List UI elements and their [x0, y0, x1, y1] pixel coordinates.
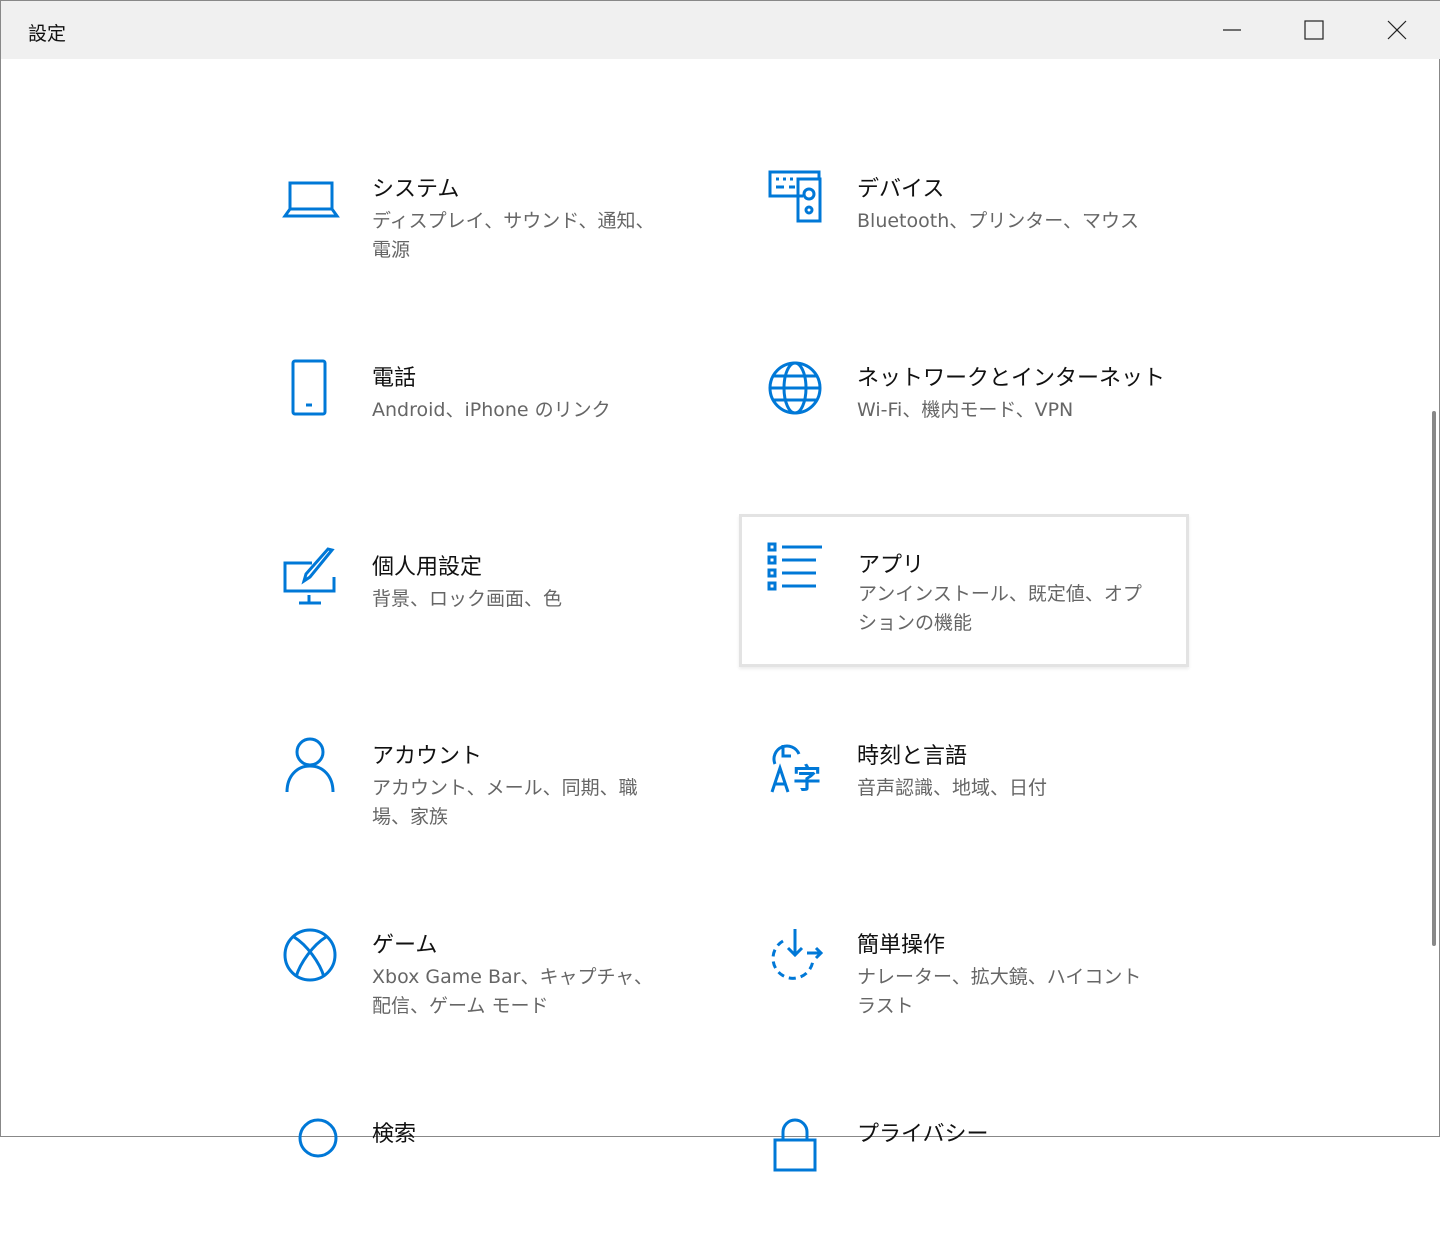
settings-privacy[interactable]: プライバシー [741, 1106, 1191, 1258]
item-name: アカウント [372, 744, 483, 769]
item-name: ネットワークとインターネット [857, 366, 1166, 391]
personalization-icon [283, 547, 336, 605]
item-name: システム [372, 177, 460, 202]
item-name: デバイス [857, 177, 945, 202]
item-desc: ナレーター、拡大鏡、ハイコントラスト [857, 966, 1142, 1017]
settings-accounts[interactable]: アカウント アカウント、メール、同期、職場、家族 [256, 728, 706, 880]
maximize-icon [1304, 20, 1324, 40]
phone-icon [291, 359, 327, 416]
item-name: 電話 [372, 366, 417, 391]
settings-personalization[interactable]: 個人用設定 背景、ロック画面、色 [256, 539, 706, 691]
close-icon [1387, 20, 1407, 40]
item-desc: アンインストール、既定値、オプションの機能 [858, 583, 1142, 634]
item-name: 個人用設定 [372, 555, 483, 580]
search-icon [298, 1118, 338, 1158]
item-name: プライバシー [857, 1122, 989, 1147]
settings-time-language[interactable]: 字 時刻と言語 音声認識、地域、日付 [741, 728, 1191, 880]
minimize-button[interactable] [1192, 1, 1272, 59]
lock-icon [773, 1118, 817, 1172]
settings-phone[interactable]: 電話 Android、iPhone のリンク [256, 350, 706, 502]
settings-search[interactable]: 検索 [256, 1106, 706, 1258]
item-desc: Bluetooth、プリンター、マウス [857, 210, 1140, 232]
item-desc: 音声認識、地域、日付 [857, 777, 1048, 799]
xbox-icon [283, 928, 337, 982]
item-desc: Wi-Fi、機内モード、VPN [857, 399, 1074, 421]
item-name: 検索 [372, 1122, 417, 1147]
settings-network[interactable]: ネットワークとインターネット Wi-Fi、機内モード、VPN [741, 350, 1191, 502]
minimize-icon [1223, 29, 1241, 31]
item-name: ゲーム [372, 933, 438, 958]
item-desc: Xbox Game Bar、キャプチャ、配信、ゲーム モード [372, 966, 653, 1017]
settings-ease-of-access[interactable]: 簡単操作 ナレーター、拡大鏡、ハイコントラスト [741, 917, 1191, 1069]
settings-apps[interactable]: アプリ アンインストール、既定値、オプションの機能 [739, 514, 1189, 667]
settings-gaming[interactable]: ゲーム Xbox Game Bar、キャプチャ、配信、ゲーム モード [256, 917, 706, 1069]
item-name: アプリ [858, 553, 925, 578]
person-icon [285, 737, 335, 793]
title-bar: 設定 [1, 1, 1440, 59]
item-desc: 背景、ロック画面、色 [372, 588, 563, 610]
svg-text:字: 字 [793, 762, 821, 794]
ease-of-access-icon [771, 929, 824, 980]
close-button[interactable] [1357, 1, 1437, 59]
time-language-icon: 字 [770, 744, 821, 794]
item-desc: ディスプレイ、サウンド、通知、電源 [372, 210, 655, 261]
settings-system[interactable]: システム ディスプレイ、サウンド、通知、電源 [256, 161, 706, 313]
item-desc: Android、iPhone のリンク [372, 399, 611, 421]
window-title: 設定 [28, 23, 67, 45]
devices-icon [768, 170, 822, 223]
laptop-icon [282, 181, 340, 218]
globe-icon [768, 361, 822, 415]
item-name: 簡単操作 [857, 933, 946, 958]
apps-list-icon [767, 542, 822, 591]
item-name: 時刻と言語 [857, 744, 968, 769]
maximize-button[interactable] [1274, 1, 1354, 59]
settings-devices[interactable]: デバイス Bluetooth、プリンター、マウス [741, 161, 1191, 313]
scrollbar[interactable] [1432, 411, 1436, 946]
item-desc: アカウント、メール、同期、職場、家族 [372, 777, 638, 828]
